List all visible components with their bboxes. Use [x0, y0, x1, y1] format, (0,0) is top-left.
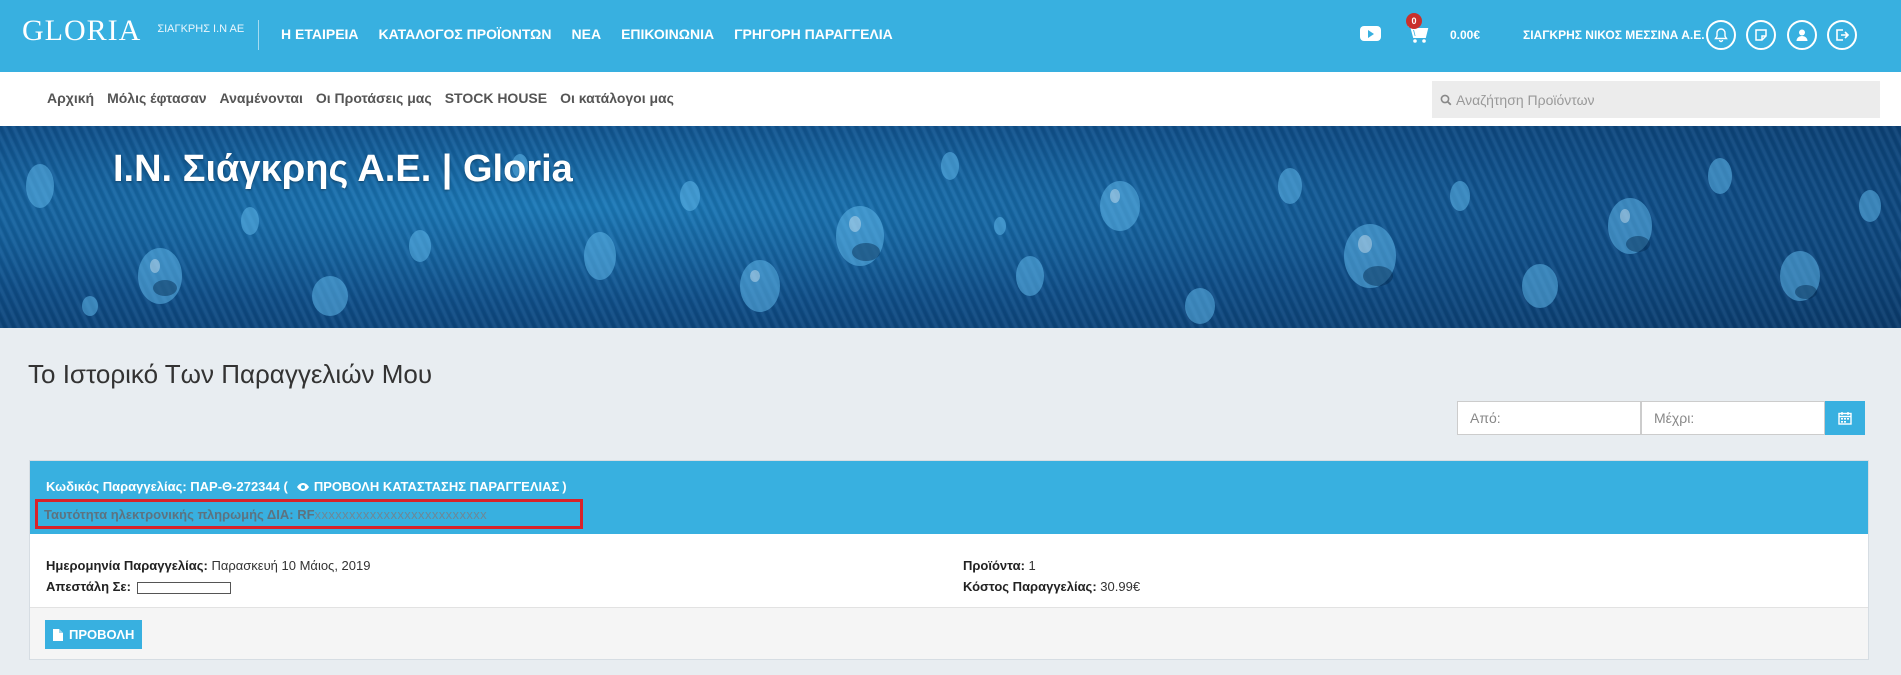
nav-news[interactable]: ΝΕΑ [572, 26, 602, 42]
order-card: Κωδικός Παραγγελίας: ΠΑΡ-Θ-272344 ( ΠΡΟΒ… [29, 460, 1869, 660]
page-title: Το Ιστορικό Των Παραγγελιών Μου [28, 359, 433, 389]
account-name[interactable]: ΣΙΑΓΚΡΗΣ ΝΙΚΟΣ ΜΕΣΣΙΝΑ Α.Ε. [1523, 28, 1705, 42]
main-nav: Η ΕΤΑΙΡΕΙΑ ΚΑΤΑΛΟΓΟΣ ΠΡΟΪΟΝΤΩΝ ΝΕΑ ΕΠΙΚΟ… [281, 26, 913, 42]
logo-text: GLORIA [22, 14, 142, 47]
date-to-input[interactable] [1641, 401, 1825, 435]
subnav-expected[interactable]: Αναμένονται [220, 90, 303, 106]
subnav-home[interactable]: Αρχική [47, 90, 94, 106]
nav-contact[interactable]: ΕΠΙΚΟΙΝΩΝΙΑ [621, 26, 714, 42]
payment-id-highlight: Ταυτότητα ηλεκτρονικής πληρωμής ΔΙΑ: RF … [35, 499, 583, 529]
products-count-label: Προϊόντα: [963, 558, 1025, 573]
subnav-catalogs[interactable]: Οι κατάλογοι μας [560, 90, 674, 106]
cart-total[interactable]: 0.00€ [1450, 28, 1480, 42]
order-code-line: Κωδικός Παραγγελίας: ΠΑΡ-Θ-272344 ( ΠΡΟΒ… [46, 479, 567, 494]
note-icon[interactable] [1746, 20, 1776, 50]
order-cost-label: Κόστος Παραγγελίας: [963, 579, 1097, 594]
calendar-button[interactable] [1825, 401, 1865, 435]
shipped-to-line: Απεστάλη Σε: [46, 576, 370, 597]
order-status-link-label: ΠΡΟΒΟΛΗ ΚΑΤΑΣΤΑΣΗΣ ΠΑΡΑΓΓΕΛΙΑΣ [313, 479, 560, 494]
top-header: GLORIA ΣΙΑΓΚΡΗΣ Ι.Ν ΑΕ Η ΕΤΑΙΡΕΙΑ ΚΑΤΑΛΟ… [0, 0, 1901, 72]
subnav-links: Αρχική Μόλις έφτασαν Αναμένονται Οι Προτ… [47, 90, 687, 106]
order-info-left: Ημερομηνία Παραγγελίας: Παρασκευή 10 Μάι… [46, 555, 370, 597]
order-info-right: Προϊόντα: 1 Κόστος Παραγγελίας: 30.99€ [963, 555, 1140, 597]
order-card-header: Κωδικός Παραγγελίας: ΠΑΡ-Θ-272344 ( ΠΡΟΒ… [30, 461, 1868, 534]
order-date-value: Παρασκευή 10 Μάιος, 2019 [211, 558, 371, 573]
hero-title: Ι.Ν. Σιάγκρης Α.Ε. | Gloria [113, 148, 573, 190]
header-divider [258, 20, 259, 50]
shipped-to-label: Απεστάλη Σε: [46, 579, 131, 594]
secondary-nav: Αρχική Μόλις έφτασαν Αναμένονται Οι Προτ… [0, 72, 1901, 126]
hero-banner: Ι.Ν. Σιάγκρης Α.Ε. | Gloria [0, 126, 1901, 328]
order-cost-value: 30.99€ [1100, 579, 1141, 594]
product-search [1432, 81, 1880, 118]
payment-id-label: Ταυτότητα ηλεκτρονικής πληρωμής ΔΙΑ: RF [44, 506, 315, 522]
order-code-close-paren: ) [562, 479, 567, 494]
order-card-footer: ΠΡΟΒΟΛΗ [30, 607, 1868, 659]
nav-product-catalog[interactable]: ΚΑΤΑΛΟΓΟΣ ΠΡΟΪΟΝΤΩΝ [379, 26, 552, 42]
products-count-value: 1 [1028, 558, 1036, 573]
search-icon [1440, 94, 1452, 105]
logout-icon[interactable] [1827, 20, 1857, 50]
eye-icon [296, 482, 309, 491]
shipped-to-value [136, 581, 231, 594]
order-status-link[interactable]: ΠΡΟΒΟΛΗ ΚΑΤΑΣΤΑΣΗΣ ΠΑΡΑΓΓΕΛΙΑΣ [296, 479, 559, 494]
order-card-body: Ημερομηνία Παραγγελίας: Παρασκευή 10 Μάι… [30, 534, 1868, 607]
logo-subtitle: ΣΙΑΓΚΡΗΣ Ι.Ν ΑΕ [157, 23, 245, 35]
brand-logo[interactable]: GLORIA ΣΙΑΓΚΡΗΣ Ι.Ν ΑΕ [22, 14, 244, 48]
subnav-stock-house[interactable]: STOCK HOUSE [445, 90, 547, 106]
nav-quick-order[interactable]: ΓΡΗΓΟΡΗ ΠΑΡΑΓΓΕΛΙΑ [734, 26, 893, 42]
user-icon[interactable] [1787, 20, 1817, 50]
document-icon [53, 628, 63, 641]
view-order-button[interactable]: ΠΡΟΒΟΛΗ [45, 620, 143, 649]
nav-company[interactable]: Η ΕΤΑΙΡΕΙΑ [281, 26, 359, 42]
order-date-line: Ημερομηνία Παραγγελίας: Παρασκευή 10 Μάι… [46, 555, 370, 576]
calendar-icon [1838, 412, 1852, 425]
search-input[interactable] [1456, 91, 1866, 108]
header-actions: 0 0.00€ ΣΙΑΓΚΡΗΣ ΝΙΚΟΣ ΜΕΣΣΙΝΑ Α.Ε. [1341, 0, 1901, 72]
subnav-suggestions[interactable]: Οι Προτάσεις μας [316, 90, 432, 106]
youtube-icon[interactable] [1360, 26, 1381, 41]
cart-count-badge: 0 [1406, 13, 1422, 29]
subnav-just-arrived[interactable]: Μόλις έφτασαν [107, 90, 206, 106]
view-order-button-label: ΠΡΟΒΟΛΗ [69, 627, 135, 642]
products-count-line: Προϊόντα: 1 [963, 555, 1140, 576]
date-range-filter [1457, 401, 1865, 435]
payment-id-value: xxxxxxxxxxxxxxxxxxxxxxxxx [314, 506, 488, 522]
order-code-label: Κωδικός Παραγγελίας: ΠΑΡ-Θ-272344 ( [46, 479, 288, 494]
bell-icon[interactable] [1706, 20, 1736, 50]
order-cost-line: Κόστος Παραγγελίας: 30.99€ [963, 576, 1140, 597]
date-from-input[interactable] [1457, 401, 1641, 435]
order-date-label: Ημερομηνία Παραγγελίας: [46, 558, 208, 573]
